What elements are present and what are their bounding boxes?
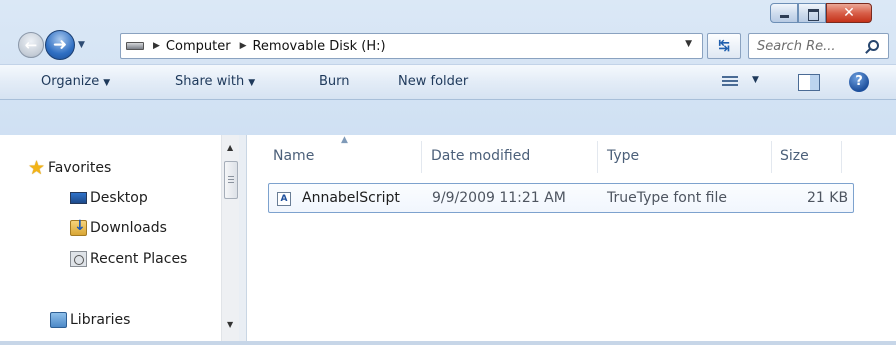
refresh-icon: ↹ <box>718 38 730 54</box>
window-bottom-edge <box>0 341 896 345</box>
column-header-date-modified[interactable]: Date modified <box>431 148 530 164</box>
back-button[interactable]: ← <box>18 32 44 58</box>
chevron-down-icon[interactable]: ▼ <box>752 75 759 85</box>
forward-button[interactable]: ➜ <box>45 30 75 60</box>
scroll-down-icon[interactable]: ▼ <box>227 320 233 329</box>
column-divider[interactable] <box>841 141 842 173</box>
preview-pane-icon[interactable] <box>798 74 820 91</box>
search-input[interactable] <box>757 37 857 55</box>
address-dropdown-icon[interactable]: ▼ <box>685 39 692 49</box>
column-divider[interactable] <box>597 141 598 173</box>
downloads-icon <box>70 218 87 236</box>
chevron-down-icon: ▼ <box>103 78 111 88</box>
command-bar: Organize ▼ Share with ▼ Burn New folder ▼ … <box>0 64 896 100</box>
organize-label: Organize <box>41 74 100 89</box>
back-arrow-icon: ← <box>24 36 38 54</box>
star-icon: ★ <box>28 157 46 179</box>
chevron-right-icon[interactable]: ▶ <box>153 41 160 51</box>
close-icon: ✕ <box>843 5 855 21</box>
sidebar-item-label: Libraries <box>70 312 131 328</box>
minimize-button[interactable] <box>770 3 798 23</box>
file-list: ▲ Name Date modified Type Size A Annabel… <box>247 135 896 345</box>
pane-splitter[interactable] <box>239 135 247 345</box>
libraries-icon <box>50 312 67 328</box>
view-options-icon[interactable] <box>722 76 738 88</box>
content-area: ★ Favorites Desktop Downloads Recent Pla… <box>0 135 896 345</box>
sidebar-item-desktop[interactable]: Desktop <box>70 187 148 209</box>
navigation-pane: ★ Favorites Desktop Downloads Recent Pla… <box>0 135 221 345</box>
sidebar-item-label: Downloads <box>90 220 167 236</box>
maximize-button[interactable] <box>798 3 826 23</box>
new-folder-label: New folder <box>398 74 469 89</box>
chevron-down-icon: ▼ <box>248 78 256 88</box>
help-icon[interactable]: ? <box>849 72 869 92</box>
sidebar-item-label: Recent Places <box>90 251 188 267</box>
caption-buttons: ✕ <box>770 3 872 23</box>
explorer-window: ✕ ← ➜ ▼ ▶ Computer ▶ Removable Disk (H:)… <box>0 0 896 345</box>
scroll-up-icon[interactable]: ▲ <box>227 143 233 152</box>
column-header-name[interactable]: Name <box>273 148 314 164</box>
close-button[interactable]: ✕ <box>826 3 872 23</box>
navigation-buttons: ← ➜ ▼ <box>18 30 118 60</box>
share-with-button[interactable]: Share with ▼ <box>175 74 255 89</box>
font-file-icon: A <box>277 192 291 206</box>
search-icon[interactable] <box>868 40 879 51</box>
address-bar[interactable]: ▶ Computer ▶ Removable Disk (H:) ▼ <box>120 33 703 59</box>
organize-button[interactable]: Organize ▼ <box>41 74 110 89</box>
recent-pages-dropdown[interactable]: ▼ <box>78 38 90 52</box>
file-name: AnnabelScript <box>302 190 400 206</box>
desktop-icon <box>70 192 87 204</box>
sidebar-item-libraries[interactable]: Libraries <box>50 309 131 331</box>
file-type: TrueType font file <box>607 190 727 206</box>
share-with-label: Share with <box>175 74 245 89</box>
file-size: 21 KB <box>807 190 849 206</box>
sidebar-item-downloads[interactable]: Downloads <box>70 217 167 239</box>
column-header-type[interactable]: Type <box>607 148 639 164</box>
burn-label: Burn <box>319 74 350 89</box>
scrollbar-thumb[interactable] <box>224 161 238 199</box>
forward-arrow-icon: ➜ <box>52 35 68 55</box>
recent-places-icon <box>70 251 87 267</box>
chevron-right-icon[interactable]: ▶ <box>240 41 247 51</box>
sort-ascending-icon: ▲ <box>341 135 348 145</box>
column-header-size[interactable]: Size <box>780 148 809 164</box>
refresh-button[interactable]: ↹ <box>707 33 741 59</box>
column-divider[interactable] <box>421 141 422 173</box>
file-date-modified: 9/9/2009 11:21 AM <box>432 190 566 206</box>
sidebar-item-label: Favorites <box>48 160 112 176</box>
breadcrumb-removable-disk[interactable]: Removable Disk (H:) <box>252 39 385 54</box>
breadcrumb-computer[interactable]: Computer <box>166 39 231 54</box>
burn-button[interactable]: Burn <box>319 74 350 89</box>
column-divider[interactable] <box>771 141 772 173</box>
search-box[interactable] <box>748 33 889 59</box>
sidebar-item-label: Desktop <box>90 190 148 206</box>
navigation-scrollbar[interactable]: ▲ ▼ <box>221 135 239 345</box>
sidebar-item-favorites[interactable]: ★ Favorites <box>28 157 112 179</box>
drive-icon <box>126 42 144 50</box>
sidebar-item-recent-places[interactable]: Recent Places <box>70 248 188 270</box>
new-folder-button[interactable]: New folder <box>398 74 468 89</box>
table-row[interactable]: A AnnabelScript 9/9/2009 11:21 AM TrueTy… <box>268 183 854 213</box>
